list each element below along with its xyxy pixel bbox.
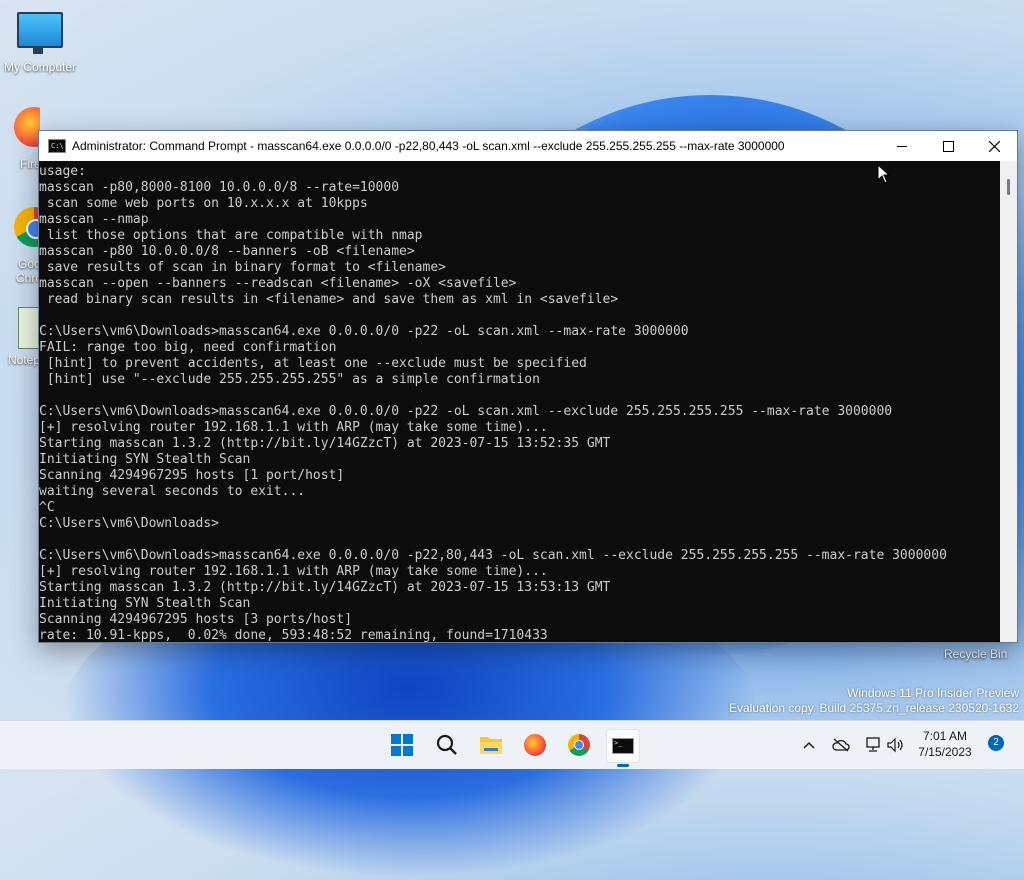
console-line: waiting several seconds to exit... <box>39 484 306 499</box>
start-button[interactable] <box>386 729 418 761</box>
desktop-icon-label: Chro <box>16 271 40 285</box>
console-line: read binary scan results in <filename> a… <box>39 292 619 307</box>
console-line: ^C <box>39 500 55 515</box>
console-line: masscan -p80,8000-8100 10.0.0.0/8 --rate… <box>39 180 400 195</box>
taskbar: >_ 7:01 AM 7/15/2023 <box>0 720 1024 769</box>
console-line: Scanning 4294967295 hosts [1 port/host] <box>39 468 345 483</box>
minimize-button[interactable] <box>879 131 925 161</box>
watermark-line: Evaluation copy. Build 25375.zn_release.… <box>729 701 1019 715</box>
desktop-icon-label: Notep <box>8 353 40 367</box>
file-explorer-icon <box>480 737 502 754</box>
file-explorer-button[interactable] <box>475 729 507 761</box>
console-line: list those options that are compatible w… <box>39 228 423 243</box>
volume-icon <box>887 737 903 753</box>
console-line: Starting masscan 1.3.2 (http://bit.ly/14… <box>39 580 611 595</box>
network-icon <box>866 737 880 752</box>
notification-badge[interactable]: 2 <box>988 735 1004 751</box>
mouse-pointer-icon <box>877 164 891 184</box>
vertical-scrollbar[interactable] <box>1000 161 1017 642</box>
windows-watermark: Windows 11 Pro Insider Preview Evaluatio… <box>729 686 1019 716</box>
command-prompt-icon: >_ <box>612 738 634 754</box>
start-icon <box>391 734 413 756</box>
volume-button[interactable] <box>884 721 906 769</box>
console-line: Starting masscan 1.3.2 (http://bit.ly/14… <box>39 436 611 451</box>
console-line: [+] resolving router 192.168.1.1 with AR… <box>39 420 548 435</box>
command-prompt-icon: C:\ <box>48 139 66 153</box>
window-title: Administrator: Command Prompt - masscan6… <box>72 139 785 153</box>
firefox-icon <box>524 734 546 756</box>
maximize-button[interactable] <box>925 131 971 161</box>
console-text: usage: masscan -p80,8000-8100 10.0.0.0/8 … <box>39 161 999 642</box>
command-prompt-window[interactable]: C:\ Administrator: Command Prompt - mass… <box>38 130 1018 643</box>
console-line: save results of scan in binary format to… <box>39 260 446 275</box>
console-line: masscan --open --banners --readscan <fil… <box>39 276 517 291</box>
console-line: C:\Users\vm6\Downloads>masscan64.exe 0.0… <box>39 404 893 419</box>
clock-date: 7/15/2023 <box>918 745 972 759</box>
show-hidden-icons-button[interactable] <box>798 721 820 769</box>
console-line: Initiating SYN Stealth Scan <box>39 596 251 611</box>
desktop-icon-my-computer[interactable]: My Computer <box>0 12 80 74</box>
monitor-icon <box>17 12 63 54</box>
chevron-up-icon <box>803 741 815 749</box>
console-line: [hint] use "--exclude 255.255.255.255" a… <box>39 372 540 387</box>
taskbar-clock[interactable]: 7:01 AM 7/15/2023 <box>910 728 980 760</box>
watermark-line: Windows 11 Pro Insider Preview <box>847 686 1019 700</box>
command-prompt-taskbar-button[interactable]: >_ <box>606 729 640 767</box>
console-line: masscan -p80 10.0.0.0/8 --banners -oB <f… <box>39 244 415 259</box>
console-line: [+] resolving router 192.168.1.1 with AR… <box>39 564 548 579</box>
search-icon <box>436 734 457 755</box>
network-button[interactable] <box>862 721 884 769</box>
desktop-icons-partially-hidden: Fire Goo Chro Notep <box>0 105 40 375</box>
console-line: C:\Users\vm6\Downloads> <box>39 516 220 531</box>
console-output[interactable]: usage: masscan -p80,8000-8100 10.0.0.0/8 … <box>39 161 999 642</box>
desktop-icon-label: Fire <box>20 157 40 171</box>
chrome-icon[interactable] <box>14 207 40 247</box>
desktop-icon-label: My Computer <box>3 60 77 74</box>
console-line: rate: 10.91-kpps, 0.02% done, 593:48:52 … <box>39 628 548 642</box>
console-line: C:\Users\vm6\Downloads>masscan64.exe 0.0… <box>39 324 689 339</box>
desktop-icon-label: Goo <box>18 257 40 271</box>
close-button[interactable] <box>971 131 1017 161</box>
console-line: FAIL: range too big, need confirmation <box>39 340 337 355</box>
maximize-icon <box>942 140 954 152</box>
firefox-taskbar-button[interactable] <box>519 729 551 761</box>
onedrive-offline-icon <box>832 738 850 752</box>
notepad-icon[interactable] <box>18 307 40 349</box>
recycle-bin-label[interactable]: Recycle Bin <box>944 647 1007 661</box>
onedrive-button[interactable] <box>830 721 852 769</box>
chrome-icon <box>568 734 590 756</box>
console-line: Initiating SYN Stealth Scan <box>39 452 251 467</box>
firefox-icon[interactable] <box>14 107 40 147</box>
minimize-icon <box>897 145 907 147</box>
console-line: [hint] to prevent accidents, at least on… <box>39 356 587 371</box>
search-button[interactable] <box>431 729 463 761</box>
console-line: scan some web ports on 10.x.x.x at 10kpp… <box>39 196 368 211</box>
scrollbar-thumb[interactable] <box>1007 179 1010 195</box>
console-line: masscan --nmap <box>39 212 149 227</box>
console-line: Scanning 4294967295 hosts [3 ports/host] <box>39 612 353 627</box>
console-line: usage: <box>39 164 86 179</box>
console-line: C:\Users\vm6\Downloads>masscan64.exe 0.0… <box>39 548 947 563</box>
clock-time: 7:01 AM <box>922 729 968 743</box>
close-icon <box>988 140 1000 152</box>
title-bar[interactable]: C:\ Administrator: Command Prompt - mass… <box>39 131 1017 161</box>
chrome-taskbar-button[interactable] <box>563 729 595 761</box>
